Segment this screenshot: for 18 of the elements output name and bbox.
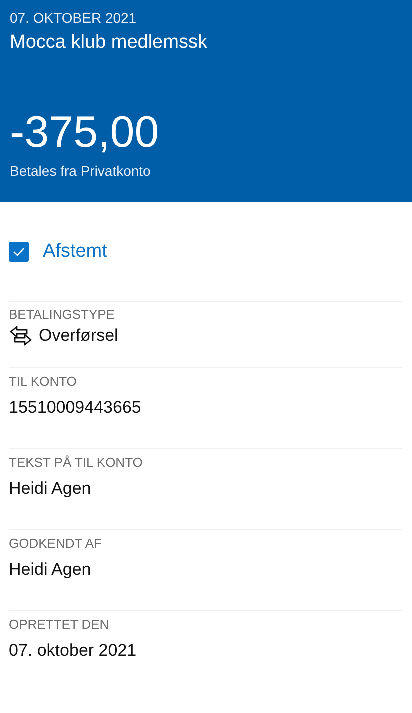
field-value: 15510009443665 — [9, 397, 142, 419]
transfer-arrows-icon — [9, 325, 33, 347]
field-value: Overførsel — [39, 325, 118, 347]
field-label: GODKENDT AF — [9, 536, 103, 552]
field-label: OPRETTET DEN — [9, 617, 110, 633]
transaction-title: Mocca klub medlemssk — [10, 31, 208, 55]
transaction-amount: -375,00 — [10, 108, 160, 158]
field-value: Heidi Agen — [9, 559, 92, 581]
checkbox-label: Afstemt — [43, 241, 108, 263]
field-label: TIL KONTO — [9, 374, 78, 390]
reconciled-checkbox[interactable] — [9, 242, 29, 262]
field-value: 07. oktober 2021 — [9, 640, 138, 662]
field-label: BETALINGSTYPE — [9, 307, 116, 323]
field-value: Heidi Agen — [9, 478, 92, 500]
checkmark-icon — [13, 247, 25, 257]
field-label: TEKST PÅ TIL KONTO — [9, 455, 144, 471]
transaction-date: 07. OKTOBER 2021 — [10, 9, 138, 27]
source-account: Betales fra Privatkonto — [10, 162, 152, 180]
